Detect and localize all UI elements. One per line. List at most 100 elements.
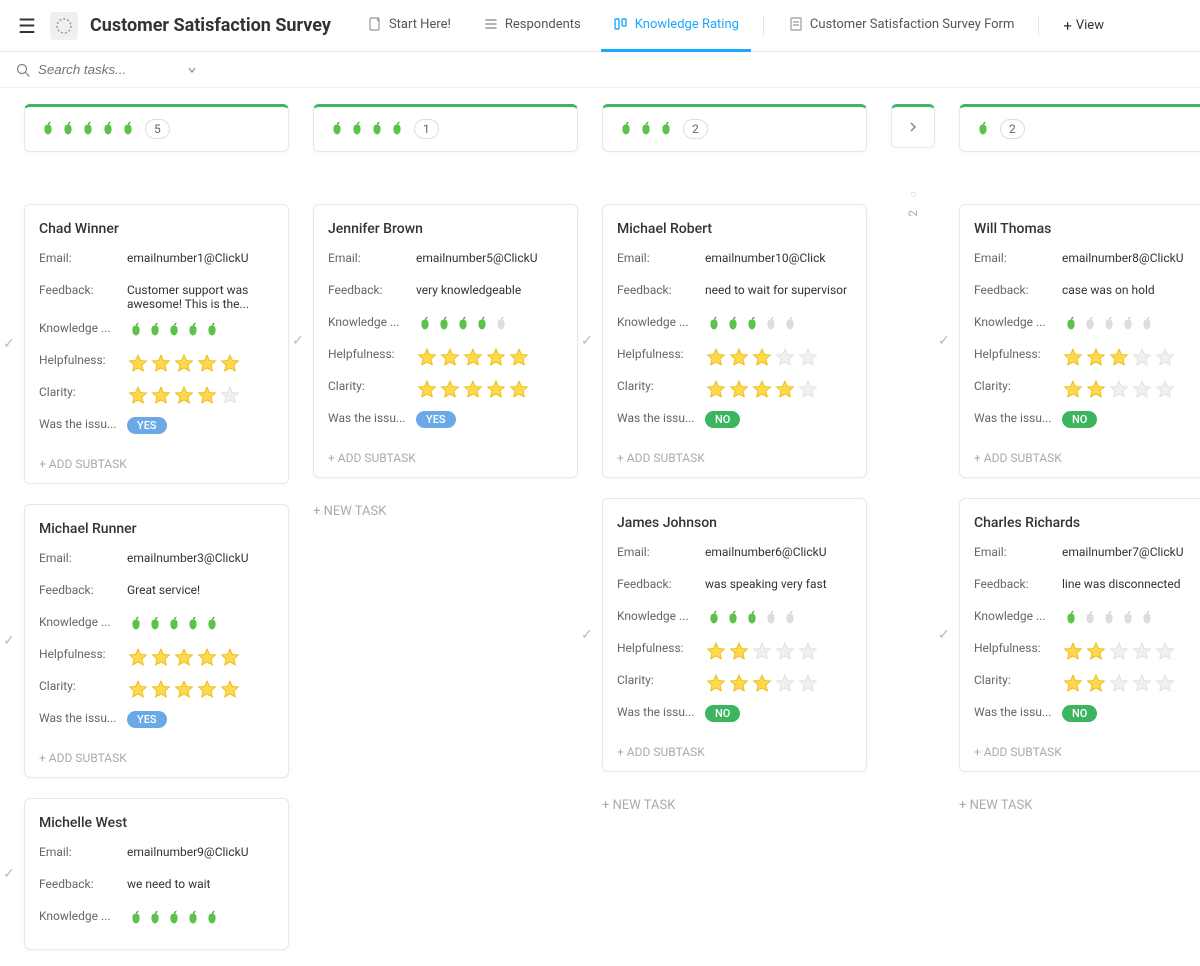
- star-icon: [774, 379, 796, 401]
- field-label: Helpfulness:: [328, 347, 408, 361]
- menu-button[interactable]: ☰: [12, 11, 42, 41]
- clarity-rating[interactable]: [705, 673, 819, 695]
- new-task-button[interactable]: + NEW TASK: [313, 498, 578, 525]
- task-card[interactable]: ✓ Michael Runner Email:emailnumber3@Clic…: [24, 504, 289, 778]
- issue-chip[interactable]: NO: [705, 705, 740, 722]
- field-label: Clarity:: [617, 673, 697, 687]
- field-label: Feedback:: [328, 283, 408, 297]
- task-card[interactable]: ✓ Charles Richards Email:emailnumber7@Cl…: [959, 498, 1200, 772]
- search-input[interactable]: [38, 62, 178, 77]
- clarity-rating[interactable]: [127, 679, 241, 701]
- new-task-button[interactable]: + NEW TASK: [959, 792, 1200, 819]
- star-icon: [728, 673, 750, 695]
- task-card[interactable]: ✓ Michael Robert Email:emailnumber10@Cli…: [602, 204, 867, 478]
- search-row: [0, 52, 1200, 88]
- issue-chip[interactable]: YES: [416, 411, 456, 428]
- clarity-rating[interactable]: [1062, 673, 1176, 695]
- field-label: Clarity:: [617, 379, 697, 393]
- knowledge-rating[interactable]: [1062, 315, 1156, 333]
- task-card[interactable]: ✓ Jennifer Brown Email:emailnumber5@Clic…: [313, 204, 578, 478]
- space-icon[interactable]: [50, 12, 78, 40]
- column-header[interactable]: 2: [959, 104, 1200, 152]
- apple-icon: [127, 321, 145, 339]
- apple-icon: [762, 609, 780, 627]
- clarity-rating[interactable]: [416, 379, 530, 401]
- tab-knowledge-rating[interactable]: Knowledge Rating: [601, 0, 751, 52]
- helpfulness-rating[interactable]: [416, 347, 530, 369]
- collapsed-column-header[interactable]: [891, 104, 935, 148]
- field-label: Was the issu...: [39, 417, 119, 431]
- field-label: Feedback:: [39, 583, 119, 597]
- knowledge-rating[interactable]: [127, 909, 221, 927]
- field-label: Knowledge ...: [39, 321, 119, 335]
- helpfulness-rating[interactable]: [127, 647, 241, 669]
- helpfulness-rating[interactable]: [1062, 347, 1176, 369]
- task-card[interactable]: ✓ Will Thomas Email:emailnumber8@ClickU …: [959, 204, 1200, 478]
- clarity-rating[interactable]: [127, 385, 241, 407]
- star-icon: [705, 641, 727, 663]
- email-value: emailnumber6@ClickU: [705, 545, 827, 559]
- star-icon: [1108, 641, 1130, 663]
- task-card[interactable]: ✓ James Johnson Email:emailnumber6@Click…: [602, 498, 867, 772]
- add-subtask-button[interactable]: + ADD SUBTASK: [617, 737, 852, 763]
- add-subtask-button[interactable]: + ADD SUBTASK: [974, 737, 1200, 763]
- star-icon: [751, 379, 773, 401]
- clarity-rating[interactable]: [705, 379, 819, 401]
- add-subtask-button[interactable]: + ADD SUBTASK: [39, 449, 274, 475]
- column-header[interactable]: 1: [313, 104, 578, 152]
- add-subtask-button[interactable]: + ADD SUBTASK: [974, 443, 1200, 469]
- add-subtask-button[interactable]: + ADD SUBTASK: [617, 443, 852, 469]
- knowledge-rating[interactable]: [1062, 609, 1156, 627]
- star-icon: [150, 353, 172, 375]
- tab-start-here[interactable]: Start Here!: [355, 0, 463, 52]
- helpfulness-rating[interactable]: [705, 641, 819, 663]
- helpfulness-rating[interactable]: [705, 347, 819, 369]
- apple-icon: [1119, 609, 1137, 627]
- column-count-badge: 1: [414, 119, 439, 139]
- knowledge-rating[interactable]: [127, 321, 221, 339]
- star-icon: [728, 379, 750, 401]
- field-label: Helpfulness:: [974, 347, 1054, 361]
- star-icon: [1062, 379, 1084, 401]
- column-header[interactable]: 5: [24, 104, 289, 152]
- star-icon: [416, 347, 438, 369]
- column-header[interactable]: 2: [602, 104, 867, 152]
- knowledge-rating[interactable]: [705, 609, 799, 627]
- issue-chip[interactable]: NO: [705, 411, 740, 428]
- board-column: 2 ✓ Michael Robert Email:emailnumber10@C…: [602, 104, 867, 950]
- task-card[interactable]: ✓ Chad Winner Email:emailnumber1@ClickU …: [24, 204, 289, 484]
- star-icon: [508, 347, 530, 369]
- check-icon: ✓: [3, 336, 15, 352]
- clarity-rating[interactable]: [1062, 379, 1176, 401]
- field-label: Knowledge ...: [974, 609, 1054, 623]
- helpfulness-rating[interactable]: [1062, 641, 1176, 663]
- star-icon: [462, 379, 484, 401]
- feedback-value: we need to wait: [127, 877, 210, 891]
- add-subtask-button[interactable]: + ADD SUBTASK: [39, 743, 274, 769]
- issue-chip[interactable]: YES: [127, 417, 167, 434]
- apple-icon: [781, 609, 799, 627]
- field-label: Was the issu...: [974, 705, 1054, 719]
- issue-chip[interactable]: YES: [127, 711, 167, 728]
- apple-icon: [1100, 609, 1118, 627]
- knowledge-rating[interactable]: [705, 315, 799, 333]
- knowledge-rating[interactable]: [416, 315, 510, 333]
- field-label: Email:: [39, 251, 119, 265]
- add-view-button[interactable]: + View: [1051, 11, 1116, 41]
- add-subtask-button[interactable]: + ADD SUBTASK: [328, 443, 563, 469]
- knowledge-rating[interactable]: [127, 615, 221, 633]
- tab-survey-form[interactable]: Customer Satisfaction Survey Form: [776, 0, 1026, 52]
- issue-chip[interactable]: NO: [1062, 411, 1097, 428]
- column-apple-rating: [39, 120, 137, 138]
- field-label: Helpfulness:: [39, 647, 119, 661]
- task-card[interactable]: ✓ Michelle West Email:emailnumber9@Click…: [24, 798, 289, 950]
- email-value: emailnumber7@ClickU: [1062, 545, 1184, 559]
- chevron-down-icon[interactable]: [186, 64, 198, 76]
- helpfulness-rating[interactable]: [127, 353, 241, 375]
- new-task-button[interactable]: + NEW TASK: [602, 792, 867, 819]
- tab-respondents[interactable]: Respondents: [471, 0, 593, 52]
- check-icon: ✓: [581, 333, 593, 349]
- issue-chip[interactable]: NO: [1062, 705, 1097, 722]
- apple-icon: [724, 609, 742, 627]
- field-label: Email:: [617, 545, 697, 559]
